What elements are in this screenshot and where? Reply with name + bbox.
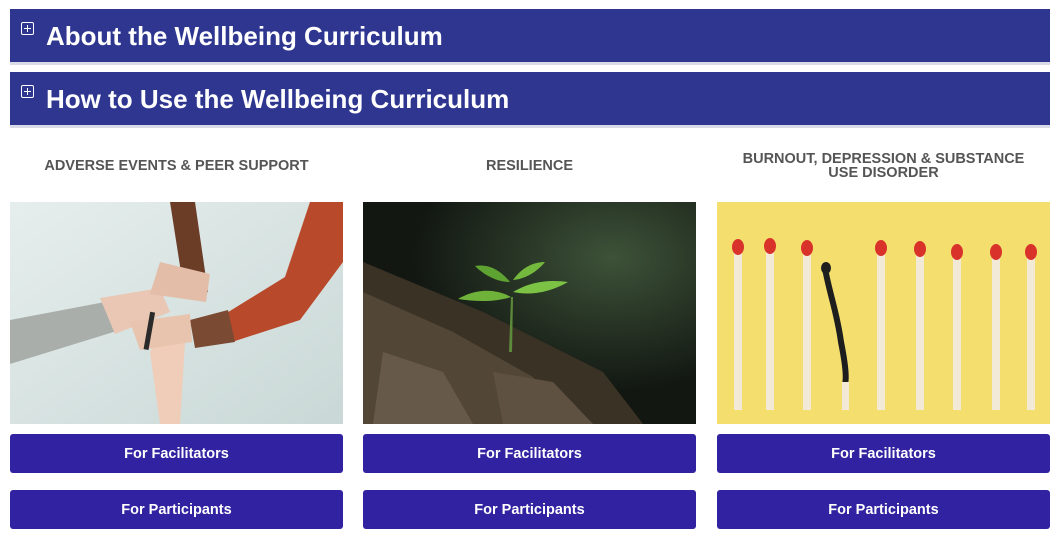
for-facilitators-button[interactable]: For Facilitators bbox=[10, 434, 343, 473]
topic-heading: ADVERSE EVENTS & PEER SUPPORT bbox=[44, 158, 309, 174]
topic-card-resilience: RESILIENCE For Facilitators For Particip… bbox=[363, 130, 696, 540]
joined-hands-photo bbox=[10, 202, 343, 424]
accordion-how-to-use[interactable]: How to Use the Wellbeing Curriculum bbox=[10, 72, 1050, 128]
for-facilitators-button[interactable]: For Facilitators bbox=[717, 434, 1050, 473]
for-facilitators-button[interactable]: For Facilitators bbox=[363, 434, 696, 473]
for-participants-button[interactable]: For Participants bbox=[10, 490, 343, 529]
plus-square-icon[interactable] bbox=[21, 85, 34, 98]
plus-square-icon[interactable] bbox=[21, 22, 34, 35]
for-participants-button[interactable]: For Participants bbox=[717, 490, 1050, 529]
topic-heading: RESILIENCE bbox=[485, 158, 573, 174]
topic-card-adverse-events: ADVERSE EVENTS & PEER SUPPORT For Facili… bbox=[10, 130, 343, 540]
burnt-match-photo bbox=[717, 202, 1050, 424]
accordion-title[interactable]: About the Wellbeing Curriculum bbox=[46, 21, 443, 51]
topic-heading: BURNOUT, DEPRESSION & SUBSTANCE USE DISO… bbox=[742, 151, 1025, 181]
accordion-about[interactable]: About the Wellbeing Curriculum bbox=[10, 9, 1050, 65]
accordion-title[interactable]: How to Use the Wellbeing Curriculum bbox=[46, 84, 509, 114]
seedling-on-log-photo bbox=[363, 202, 696, 424]
topic-card-burnout: BURNOUT, DEPRESSION & SUBSTANCE USE DISO… bbox=[717, 130, 1050, 540]
for-participants-button[interactable]: For Participants bbox=[363, 490, 696, 529]
